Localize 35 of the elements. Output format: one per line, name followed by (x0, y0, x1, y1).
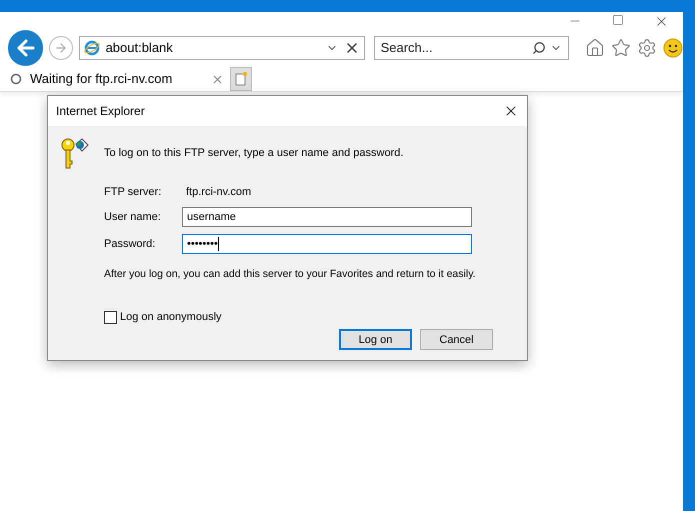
address-bar[interactable]: about:blank (78, 36, 365, 60)
field-label: User name: (104, 210, 162, 225)
settings-icon[interactable] (636, 38, 657, 58)
favorites-note: After you log on, you can add this server to your Favorites and return to it easily. (104, 267, 477, 282)
field-value: •••••••• (187, 236, 218, 252)
browser-logo-icon (84, 40, 100, 56)
checkbox[interactable] (104, 310, 117, 324)
address-text: about:blank (106, 39, 174, 58)
dialog-button[interactable]: Log on (339, 329, 412, 350)
star-icon[interactable] (610, 38, 631, 58)
checkbox-label[interactable]: Log on anonymously (120, 308, 222, 326)
dialog-title: Internet Explorer (56, 103, 145, 120)
close-tab-icon[interactable] (211, 72, 224, 86)
instruction-text: To log on to this FTP server, type a user name and password. (104, 146, 404, 161)
server-label: FTP server: (104, 184, 162, 200)
text-cursor (218, 237, 219, 251)
input-field[interactable]: •••••••• (182, 234, 472, 254)
home-icon[interactable] (584, 38, 605, 58)
server-value: ftp.rci-nv.com (186, 184, 252, 200)
search-placeholder: Search... (380, 39, 434, 58)
tab-title: Waiting for ftp.rci-nv.com (30, 70, 174, 88)
input-field[interactable]: username (182, 207, 472, 227)
forward-button[interactable] (49, 36, 73, 60)
dialog-button[interactable]: Cancel (420, 329, 493, 350)
smiley-icon[interactable] (662, 38, 683, 58)
new-tab-button[interactable] (230, 67, 252, 91)
maximize-icon[interactable] (612, 14, 624, 26)
key-icon (60, 136, 90, 170)
search-icon[interactable] (532, 41, 546, 55)
field-label: Password: (104, 236, 156, 252)
search-field[interactable]: Search... (374, 36, 569, 60)
new-page-icon (235, 72, 247, 86)
back-button[interactable] (8, 30, 44, 66)
field-value: username (187, 210, 236, 225)
loading-icon (10, 73, 22, 85)
